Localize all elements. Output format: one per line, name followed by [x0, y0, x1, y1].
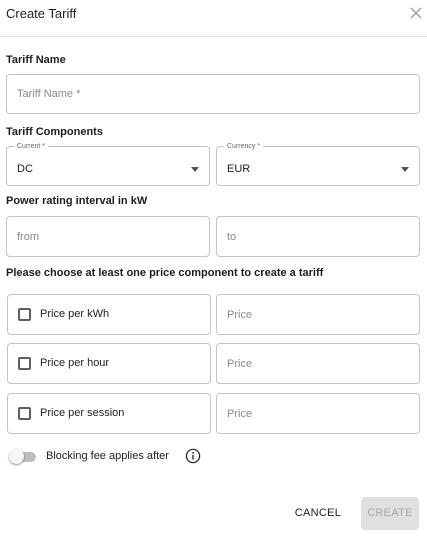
price-per-hour-input[interactable]	[227, 344, 409, 383]
chevron-down-icon	[401, 167, 409, 172]
price-per-hour-checkbox[interactable]	[18, 357, 31, 370]
dialog-title: Create Tariff	[6, 6, 77, 21]
price-component-row: Price per session	[7, 393, 211, 434]
info-icon[interactable]	[185, 448, 201, 464]
section-power-interval: Power rating interval in kW	[6, 195, 148, 207]
power-from-input[interactable]	[17, 217, 199, 256]
close-icon-glyph	[410, 7, 422, 19]
currency-select-value: EUR	[227, 163, 251, 175]
price-per-hour-label[interactable]: Price per hour	[40, 357, 109, 369]
price-per-hour-field[interactable]	[216, 343, 420, 384]
price-per-kwh-field[interactable]	[216, 294, 420, 335]
price-component-row: Price per kWh	[7, 294, 211, 335]
currency-select-legend: Currency *	[224, 142, 264, 151]
currency-select[interactable]: Currency * EUR	[216, 142, 420, 186]
current-select-value: DC	[17, 163, 33, 175]
chevron-down-icon	[191, 167, 199, 172]
info-icon-glyph	[185, 448, 201, 464]
section-price-components: Please choose at least one price compone…	[6, 267, 324, 279]
section-tariff-components: Tariff Components	[6, 126, 103, 138]
power-to-input[interactable]	[227, 217, 409, 256]
section-tariff-name: Tariff Name	[6, 54, 66, 66]
price-per-kwh-checkbox[interactable]	[18, 308, 31, 321]
current-select[interactable]: Current * DC	[6, 142, 210, 186]
price-per-session-input[interactable]	[227, 394, 409, 433]
create-button[interactable]: CREATE	[361, 497, 419, 530]
create-tariff-dialog: Create Tariff Tariff Name Tariff Compone…	[0, 0, 427, 536]
price-component-row: Price per hour	[7, 343, 211, 384]
cancel-button[interactable]: CANCEL	[290, 502, 346, 524]
price-per-session-label[interactable]: Price per session	[40, 407, 124, 419]
power-to-field[interactable]	[216, 216, 420, 257]
price-per-kwh-label[interactable]: Price per kWh	[40, 308, 109, 320]
price-per-session-checkbox[interactable]	[18, 407, 31, 420]
close-icon[interactable]	[409, 6, 423, 20]
power-from-field[interactable]	[6, 216, 210, 257]
current-select-legend: Current *	[14, 142, 49, 151]
tariff-name-field[interactable]	[6, 74, 420, 114]
tariff-name-input[interactable]	[17, 75, 409, 113]
toggle-thumb	[9, 449, 24, 464]
blocking-fee-toggle[interactable]	[9, 449, 39, 464]
header-divider	[0, 36, 427, 37]
price-per-session-field[interactable]	[216, 393, 420, 434]
price-per-kwh-input[interactable]	[227, 295, 409, 334]
blocking-fee-label: Blocking fee applies after	[46, 450, 169, 462]
